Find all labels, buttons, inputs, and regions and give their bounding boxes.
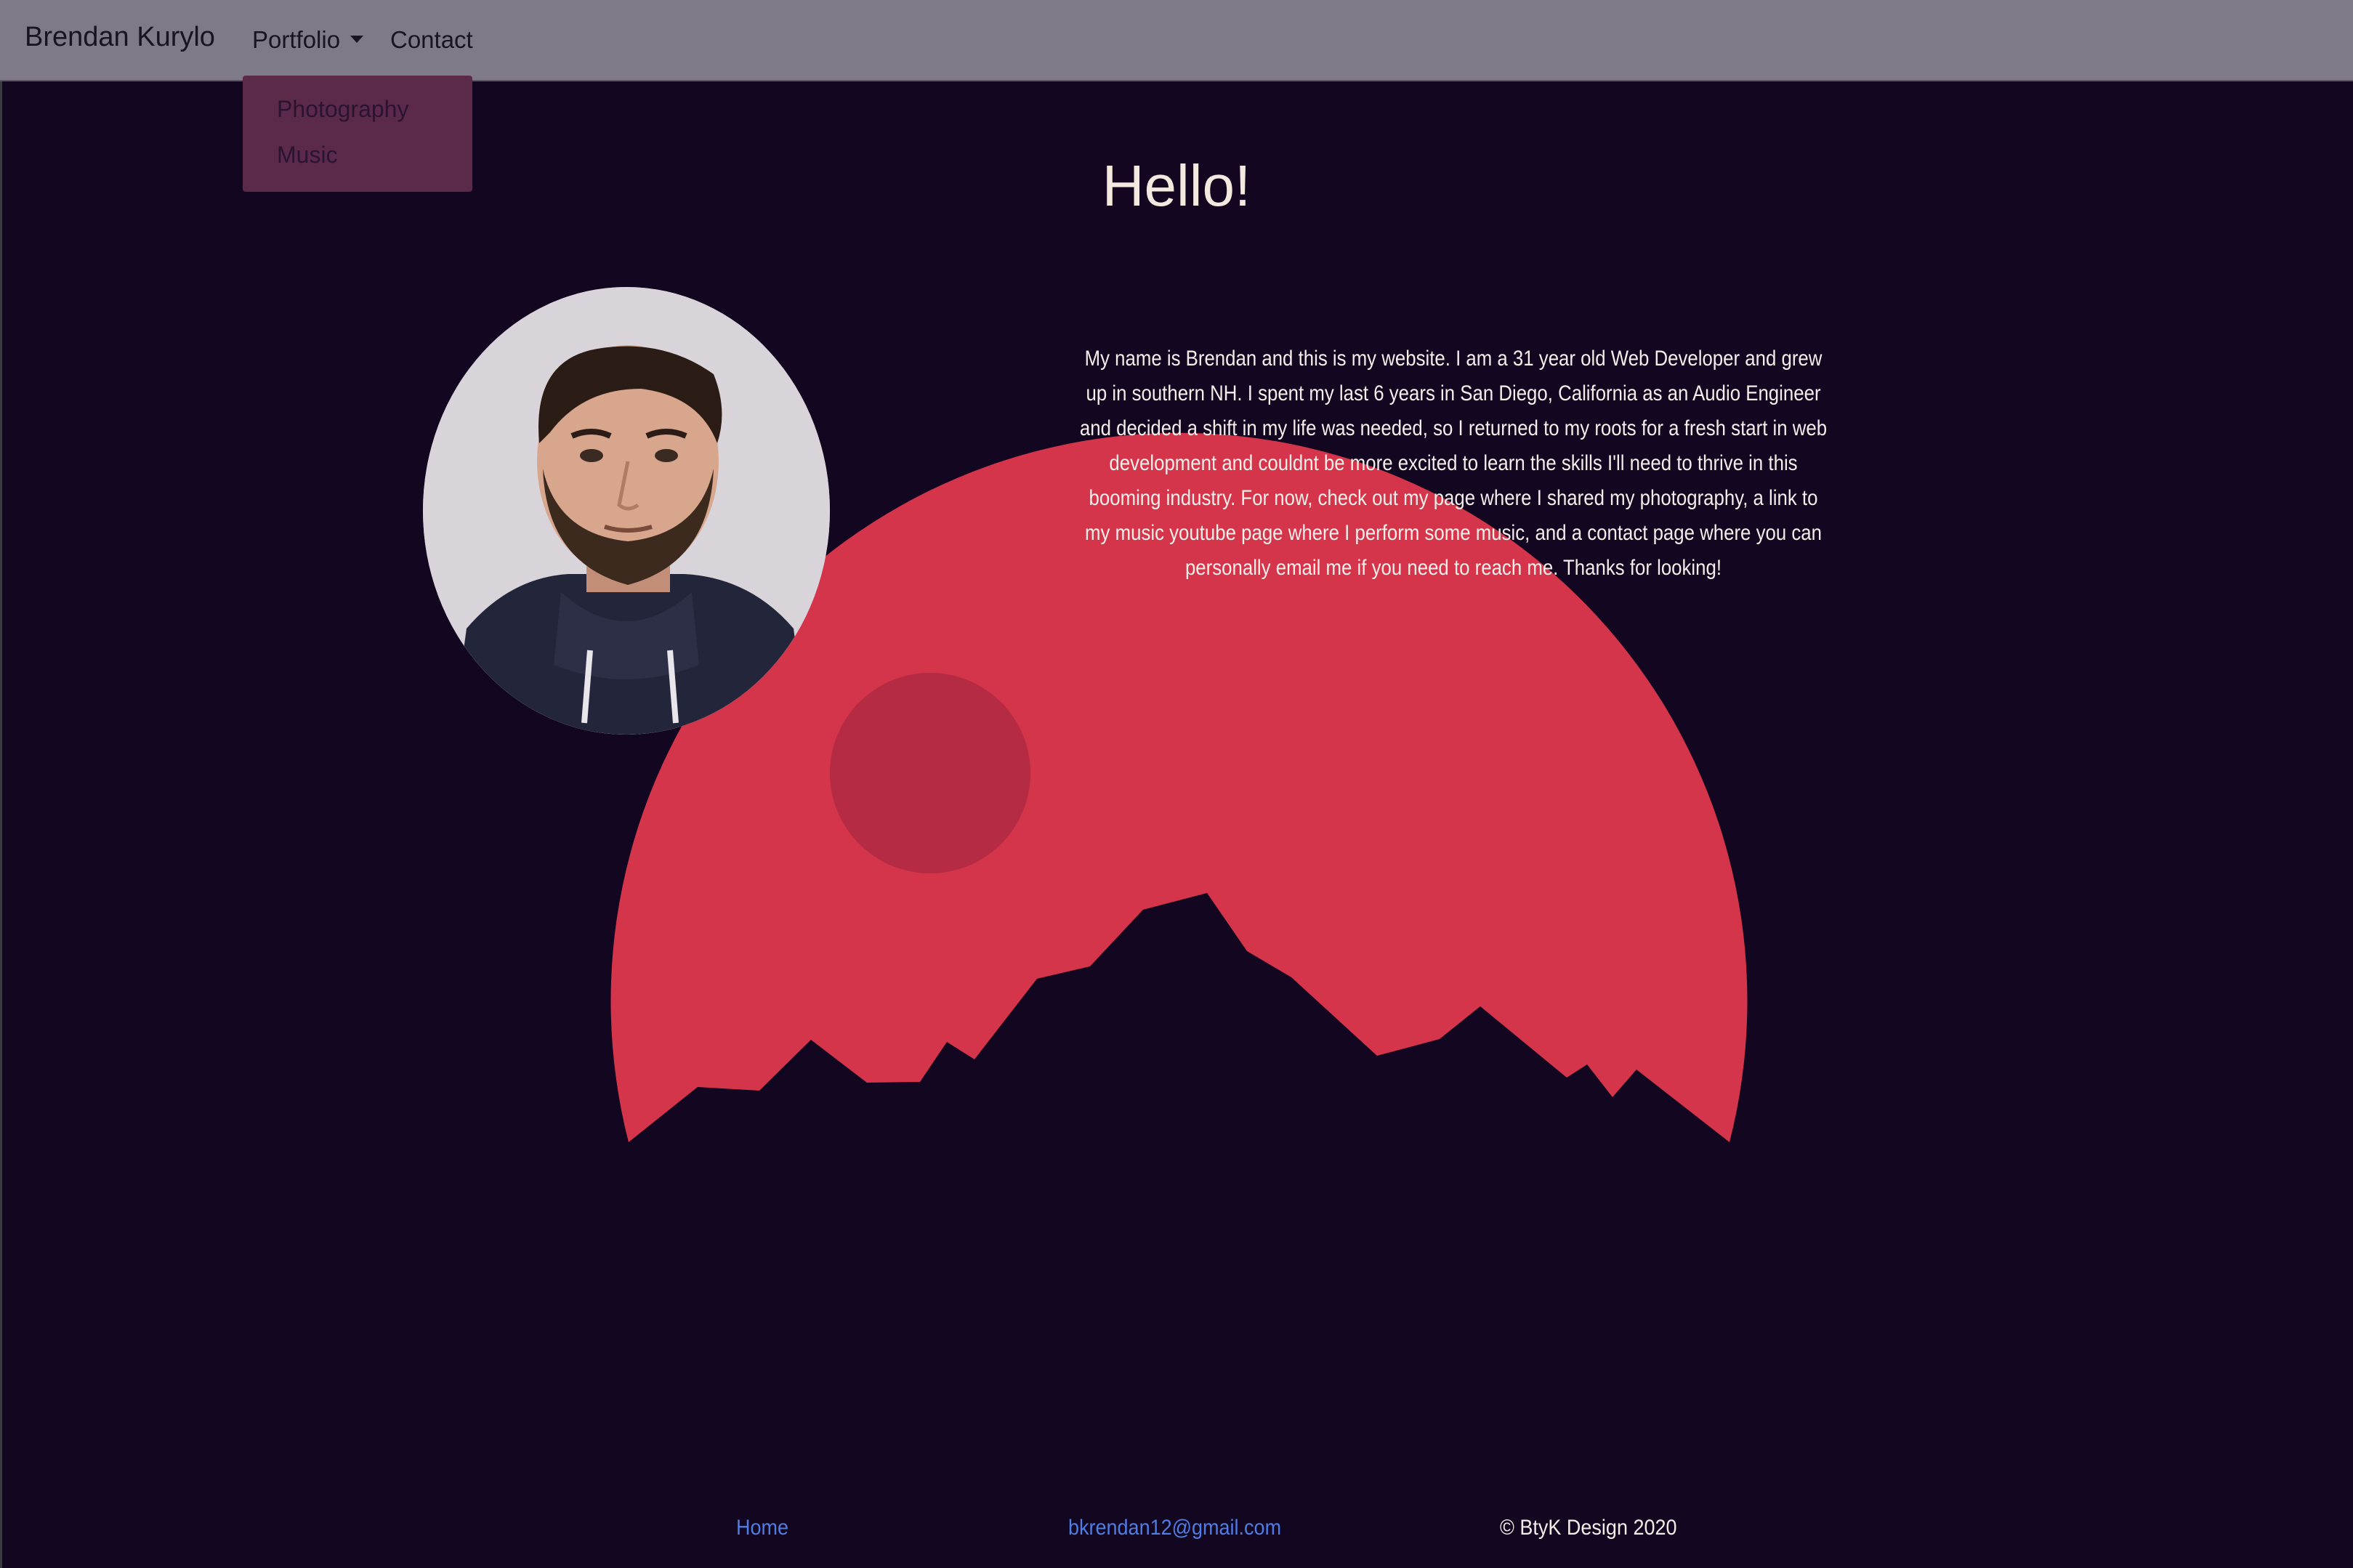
footer-email-link[interactable]: bkrendan12@gmail.com <box>1068 1516 1281 1540</box>
brand-link[interactable]: Brendan Kurylo <box>25 22 215 53</box>
profile-photo <box>423 287 830 735</box>
navbar: Brendan Kurylo Portfolio Contact <box>0 0 2353 81</box>
footer-copyright: © BtyK Design 2020 <box>1500 1516 1677 1540</box>
moon-mountain-illustration <box>610 432 1748 1142</box>
portfolio-label: Portfolio <box>252 26 341 53</box>
bio-text: My name is Brendan and this is my websit… <box>1079 347 1828 580</box>
small-moon <box>830 673 1030 873</box>
portfolio-dropdown-toggle[interactable]: Portfolio <box>252 26 364 54</box>
page-title: Hello! <box>1102 153 1251 218</box>
dropdown-item-photography[interactable]: Photography <box>277 96 408 123</box>
portrait-illustration <box>423 287 830 735</box>
chevron-down-icon <box>350 36 364 44</box>
footer-home-link[interactable]: Home <box>736 1516 788 1540</box>
nav-contact-link[interactable]: Contact <box>390 26 473 54</box>
